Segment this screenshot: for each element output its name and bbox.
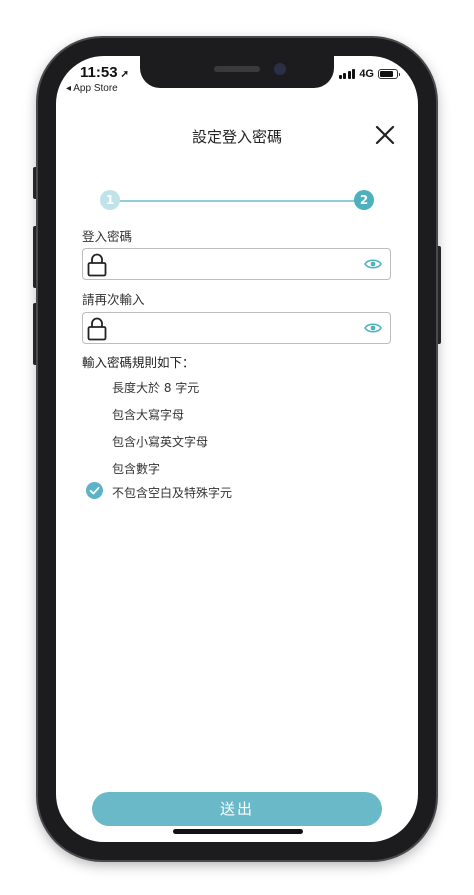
back-to-app-store[interactable]: ◂ App Store [66, 83, 118, 94]
device-stage: 11:53 ➚ ◂ App Store 4G 設定登入密碼 1 2 登入密碼 請… [0, 0, 474, 895]
location-arrow-icon: ➚ [120, 69, 129, 80]
rule-lowercase: 包含小寫英文字母 [112, 435, 209, 449]
checkmark-icon [89, 486, 100, 495]
password-label: 登入密碼 [82, 229, 133, 244]
signal-icon [338, 69, 356, 79]
confirm-password-field[interactable] [82, 312, 391, 344]
stepper-line [110, 200, 364, 202]
status-time: 11:53 ➚ [80, 64, 129, 81]
submit-button[interactable]: 送出 [92, 792, 382, 826]
close-button[interactable] [374, 124, 396, 146]
rule-digit: 包含數字 [112, 462, 161, 476]
password-field[interactable] [82, 248, 391, 280]
progress-stepper: 1 2 [100, 190, 374, 212]
lock-icon [87, 253, 107, 277]
eye-icon[interactable] [364, 258, 382, 270]
password-rules-title: 輸入密碼規則如下： [82, 355, 195, 370]
lock-icon [87, 317, 107, 341]
home-indicator [173, 829, 303, 834]
page-title: 設定登入密碼 [191, 128, 282, 146]
confirm-password-label: 請再次輸入 [82, 292, 145, 307]
battery-icon [378, 69, 400, 79]
step-2-indicator: 2 [354, 190, 374, 210]
front-camera [274, 63, 286, 75]
network-type: 4G [359, 68, 374, 80]
rule-min-length: 長度大於 8 字元 [112, 381, 200, 395]
battery-fill [380, 71, 394, 77]
password-input[interactable] [115, 253, 359, 277]
notch [140, 56, 334, 88]
confirm-password-input[interactable] [115, 317, 359, 341]
step-1-indicator: 1 [100, 190, 120, 210]
rule-no-special-chars: 不包含空白及特殊字元 [112, 486, 233, 500]
speaker-grille [214, 66, 260, 72]
eye-icon[interactable] [364, 322, 382, 334]
phone-screen: 11:53 ➚ ◂ App Store 4G 設定登入密碼 1 2 登入密碼 請… [56, 56, 418, 842]
check-circle-icon [86, 482, 103, 499]
status-indicators: 4G [338, 68, 400, 80]
rule-uppercase: 包含大寫字母 [112, 408, 185, 422]
close-icon [375, 125, 395, 145]
phone-frame: 11:53 ➚ ◂ App Store 4G 設定登入密碼 1 2 登入密碼 請… [38, 38, 436, 860]
status-time-text: 11:53 [80, 64, 118, 81]
